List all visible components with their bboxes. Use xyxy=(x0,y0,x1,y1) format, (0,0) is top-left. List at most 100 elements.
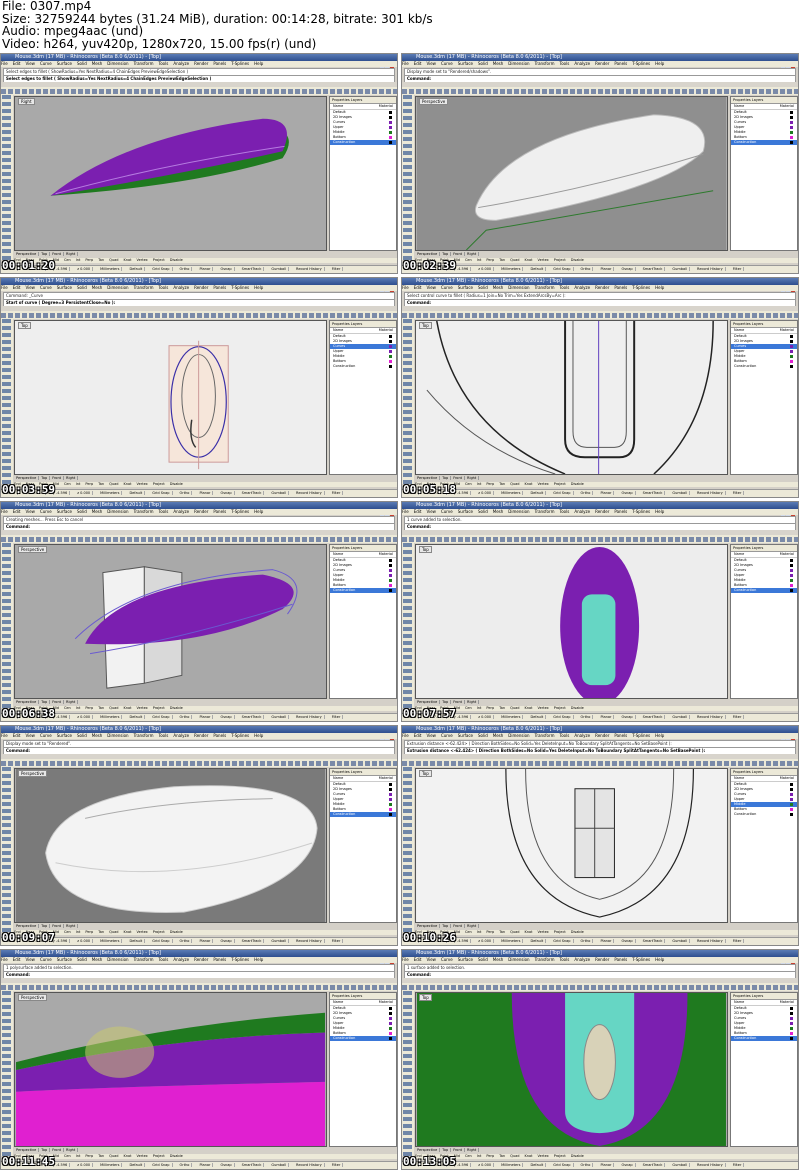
menu-item[interactable]: Tools xyxy=(559,733,569,738)
osnap-toggle[interactable]: Vertex xyxy=(538,1154,549,1158)
layer-color-swatch[interactable] xyxy=(389,116,392,119)
status-pane[interactable]: Default xyxy=(528,939,547,943)
layer-color-swatch[interactable] xyxy=(790,131,793,134)
osnap-toggle[interactable]: Perp xyxy=(85,482,93,486)
layer-color-swatch[interactable] xyxy=(389,141,392,144)
status-pane[interactable]: z 0.000 xyxy=(476,939,495,943)
status-pane[interactable]: Default xyxy=(127,715,146,719)
layer-color-swatch[interactable] xyxy=(790,574,793,577)
menu-item[interactable]: Curve xyxy=(40,61,52,66)
standard-toolbar[interactable] xyxy=(1,759,397,767)
osnap-toggle[interactable]: Tan xyxy=(499,930,505,934)
osnap-toggle[interactable]: Cen xyxy=(64,482,71,486)
layer-row[interactable]: Construction xyxy=(731,1036,797,1041)
layer-color-swatch[interactable] xyxy=(389,1032,392,1035)
menu-item[interactable]: Dimension xyxy=(107,957,128,962)
viewport-tab[interactable]: Top xyxy=(39,1148,51,1152)
menu-item[interactable]: Solid xyxy=(478,285,488,290)
osnap-toggle[interactable]: Knot xyxy=(524,482,532,486)
menu-item[interactable]: Dimension xyxy=(508,957,529,962)
status-pane[interactable]: z 0.000 xyxy=(476,715,495,719)
layer-row[interactable]: Construction xyxy=(330,1036,396,1041)
panel-tabs[interactable]: Properties Layers xyxy=(731,97,797,104)
menu-item[interactable]: Help xyxy=(655,733,664,738)
status-pane[interactable]: Ortho xyxy=(578,491,594,495)
viewport[interactable]: Top xyxy=(415,992,728,1147)
status-pane[interactable]: Record History xyxy=(294,939,325,943)
status-pane[interactable]: Millimeters xyxy=(98,939,123,943)
left-toolbar[interactable] xyxy=(1,543,13,708)
osnap-toggle[interactable]: Int xyxy=(477,1154,482,1158)
layer-color-swatch[interactable] xyxy=(389,589,392,592)
window-titlebar[interactable]: Mouse.3dm (17 MB) - Rhinoceros (Beta 8.0… xyxy=(402,54,798,70)
layer-row[interactable]: Construction xyxy=(731,140,797,145)
status-pane[interactable]: Grid Snap xyxy=(150,715,173,719)
viewport-tab[interactable]: Perspective xyxy=(415,252,441,256)
viewport[interactable]: Top xyxy=(415,768,728,923)
left-toolbar[interactable] xyxy=(1,767,13,932)
status-pane[interactable]: Ortho xyxy=(177,1163,193,1167)
status-pane[interactable]: Gumball xyxy=(670,491,691,495)
status-pane[interactable]: Osnap xyxy=(619,715,636,719)
status-pane[interactable]: Filter xyxy=(329,491,344,495)
menu-item[interactable]: T-Splines xyxy=(231,61,249,66)
status-pane[interactable]: Grid Snap xyxy=(551,1163,574,1167)
panel-tabs[interactable]: Properties Layers xyxy=(731,321,797,328)
menu-item[interactable]: Dimension xyxy=(107,61,128,66)
menu-item[interactable]: Transform xyxy=(134,957,154,962)
window-controls[interactable] xyxy=(780,279,796,294)
menu-item[interactable]: Transform xyxy=(134,733,154,738)
status-pane[interactable]: Default xyxy=(127,939,146,943)
menu-item[interactable]: Edit xyxy=(13,733,21,738)
standard-toolbar[interactable] xyxy=(402,759,798,767)
osnap-toggle[interactable]: Cen xyxy=(64,706,71,710)
osnap-toggle[interactable]: Vertex xyxy=(538,930,549,934)
osnap-toggle[interactable]: Disable xyxy=(571,930,584,934)
status-pane[interactable]: Planar xyxy=(197,491,214,495)
osnap-toggle[interactable]: Int xyxy=(76,1154,81,1158)
viewport-tab[interactable]: Front xyxy=(451,1148,466,1152)
status-pane[interactable]: Osnap xyxy=(218,1163,235,1167)
layer-color-swatch[interactable] xyxy=(790,589,793,592)
status-pane[interactable]: Millimeters xyxy=(98,491,123,495)
window-titlebar[interactable]: Mouse.3dm (17 MB) - Rhinoceros (Beta 8.0… xyxy=(402,726,798,742)
layer-row[interactable]: Construction xyxy=(731,364,797,369)
status-pane[interactable]: Grid Snap xyxy=(150,491,173,495)
viewport-label[interactable]: Perspective xyxy=(18,546,48,553)
status-pane[interactable]: Gumball xyxy=(269,1163,290,1167)
menu-item[interactable]: Curve xyxy=(441,733,453,738)
panel-tabs[interactable]: Properties Layers xyxy=(731,769,797,776)
menu-item[interactable]: File xyxy=(1,285,8,290)
menu-item[interactable]: Mesh xyxy=(92,61,103,66)
standard-toolbar[interactable] xyxy=(1,535,397,543)
osnap-toggle[interactable]: Knot xyxy=(524,1154,532,1158)
layer-color-swatch[interactable] xyxy=(389,360,392,363)
status-pane[interactable]: SmartTrack xyxy=(239,939,265,943)
osnap-toggle[interactable]: Disable xyxy=(571,482,584,486)
layer-color-swatch[interactable] xyxy=(790,360,793,363)
viewport-tab[interactable]: Top xyxy=(39,252,51,256)
menu-item[interactable]: Render xyxy=(194,733,208,738)
viewport-tab[interactable]: Perspective xyxy=(14,1148,40,1152)
status-pane[interactable]: Grid Snap xyxy=(551,491,574,495)
layer-color-swatch[interactable] xyxy=(790,564,793,567)
viewport-tab[interactable]: Perspective xyxy=(415,924,441,928)
viewport-tab[interactable]: Perspective xyxy=(415,1148,441,1152)
menu-item[interactable]: T-Splines xyxy=(632,61,650,66)
layer-color-swatch[interactable] xyxy=(790,798,793,801)
osnap-toggle[interactable]: Disable xyxy=(571,258,584,262)
menu-item[interactable]: Analyze xyxy=(173,509,189,514)
viewport-tab[interactable]: Front xyxy=(50,476,65,480)
menu-item[interactable]: Curve xyxy=(441,61,453,66)
layer-color-swatch[interactable] xyxy=(790,141,793,144)
osnap-toggle[interactable]: Knot xyxy=(524,930,532,934)
menu-item[interactable]: View xyxy=(426,957,436,962)
viewport-tab[interactable]: Right xyxy=(64,476,79,480)
menu-item[interactable]: Tools xyxy=(158,957,168,962)
menu-item[interactable]: Mesh xyxy=(493,733,504,738)
status-pane[interactable]: Filter xyxy=(730,939,745,943)
menu-item[interactable]: T-Splines xyxy=(632,285,650,290)
panel-tabs[interactable]: Properties Layers xyxy=(330,769,396,776)
layer-color-swatch[interactable] xyxy=(389,813,392,816)
menu-item[interactable]: Surface xyxy=(57,61,72,66)
